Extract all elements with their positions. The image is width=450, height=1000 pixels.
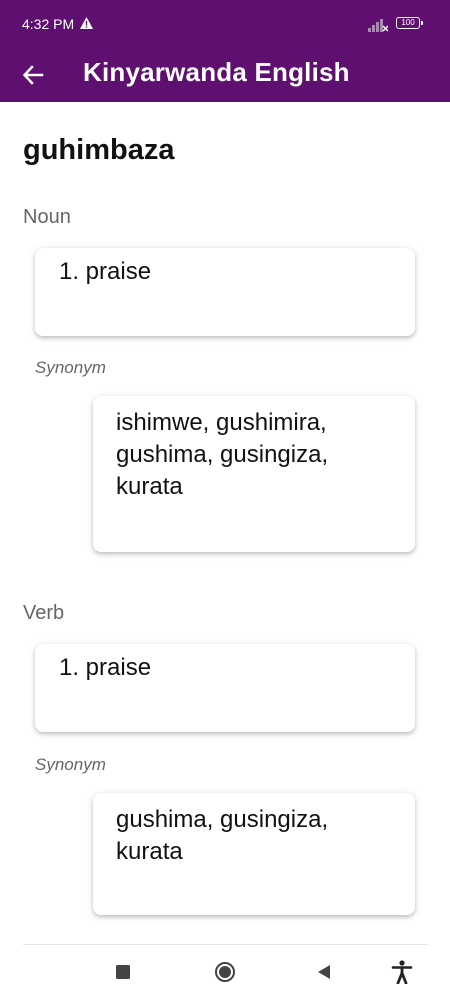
battery-level: 100 [401,18,415,27]
back-button[interactable] [14,56,52,94]
pos-label-verb: Verb [23,602,65,624]
meaning-text: 1. praise [59,654,152,681]
meaning-card: 1. praise [35,248,415,336]
triangle-back-icon [318,965,330,979]
recents-button[interactable] [109,958,137,986]
meaning-card: 1. praise [35,644,415,732]
arrow-back-icon [22,65,44,85]
status-time: 4:32 PM [22,16,75,32]
meaning-text: 1. praise [59,258,152,285]
app-title: Kinyarwanda English [83,57,350,87]
headword: guhimbaza [23,134,175,166]
back-nav-button[interactable] [310,958,338,986]
square-icon [116,965,130,979]
circle-icon [215,962,235,982]
app-bar: Kinyarwanda English [0,48,450,102]
synonym-card: gushima, gusingiza, kurata [93,793,415,915]
nav-divider [23,944,428,945]
synonym-text: ishimwe, gushimira, gushima, gusingiza, … [116,409,329,500]
signal-icon [368,19,388,32]
entry-content[interactable]: guhimbaza Noun 1. praise Synonym ishimwe… [0,102,450,944]
status-bar: 4:32 PM 100 [0,0,450,48]
synonym-card: ishimwe, gushimira, gushima, gusingiza, … [93,396,415,552]
synonym-text: gushima, gusingiza, kurata [116,806,329,865]
home-button[interactable] [211,958,239,986]
navigation-bar [0,944,450,1000]
warning-icon [80,17,93,29]
accessibility-icon [391,960,413,984]
accessibility-button[interactable] [388,958,416,986]
pos-label-noun: Noun [23,206,71,228]
battery-icon: 100 [396,17,423,29]
synonym-label: Synonym [35,358,106,377]
synonym-label: Synonym [35,755,106,774]
